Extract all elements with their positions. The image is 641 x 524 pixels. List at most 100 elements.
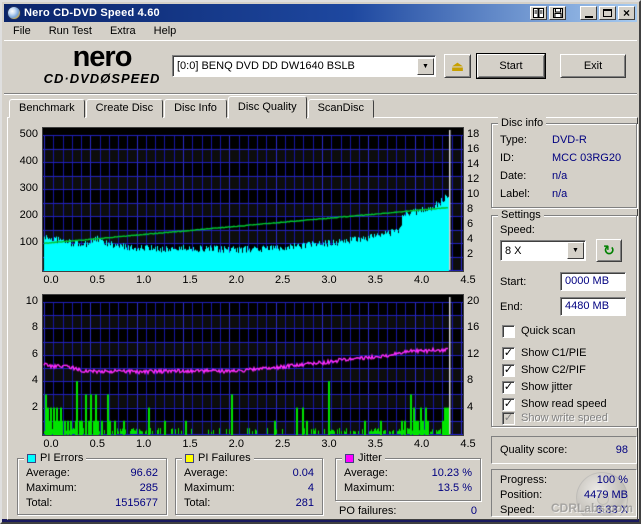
y-axis-right-tick: 12	[467, 173, 480, 185]
header: nero CD·DVDØSPEED [0:0] BENQ DVD DD DW16…	[4, 42, 637, 93]
chevron-down-icon: ▼	[572, 247, 579, 254]
progress-panel: Progress: 100 % Position: 4479 MB Speed: 8.…	[491, 469, 637, 517]
start-button[interactable]: Start	[476, 53, 546, 79]
quick-scan-checkbox[interactable]: Quick scan	[502, 324, 575, 338]
checkbox-icon[interactable]: ✓	[502, 397, 515, 411]
pi-errors-title-text: PI Errors	[40, 452, 84, 464]
maximize-icon	[603, 9, 612, 17]
drive-dropdown-button[interactable]: ▼	[417, 57, 434, 75]
disc-date-label: Date:	[500, 170, 527, 182]
pi-failures-group: PI Failures Average: 0.04 Maximum: 4 Total…	[175, 452, 323, 515]
y-axis-right-tick: 6	[467, 218, 474, 230]
y-axis-right-tick: 14	[467, 158, 480, 170]
speed-label: Speed:	[500, 224, 535, 236]
y-axis-left-tick: 4	[31, 374, 38, 387]
menu-file[interactable]: File	[4, 23, 40, 39]
pi-errors-max-label: Maximum:	[26, 482, 77, 494]
disc-type-label: Type:	[500, 134, 527, 146]
y-axis-left-tick: 400	[19, 155, 38, 167]
start-position-label: Start:	[500, 276, 527, 288]
jitter-group: Jitter Average: 10.23 % Maximum: 13.5 %	[335, 452, 481, 501]
show-c1-pie-label: Show C1/PIE	[521, 347, 587, 359]
x-axis-tick: 0.0	[43, 274, 59, 286]
tab-scandisc[interactable]: ScanDisc	[307, 99, 375, 118]
titlebar-extra-button-1[interactable]	[530, 6, 547, 20]
jitter-max-label: Maximum:	[344, 482, 395, 494]
menu-run-test[interactable]: Run Test	[40, 23, 101, 39]
tab-create-disc[interactable]: Create Disc	[85, 99, 164, 118]
menu-bar: File Run Test Extra Help	[4, 22, 637, 41]
x-axis-tick: 4.0	[414, 274, 430, 286]
jitter-title: Jitter	[342, 452, 385, 464]
logo-speed: SPEED	[111, 71, 161, 86]
titlebar-extra-button-2[interactable]	[549, 6, 566, 20]
pi-failures-avg-label: Average:	[184, 467, 228, 479]
nero-logo: nero CD·DVDØSPEED	[26, 42, 178, 85]
show-read-speed-checkbox[interactable]: ✓ Show read speed	[502, 397, 607, 411]
x-axis-tick: 2.5	[275, 274, 291, 286]
pi-errors-chart-plot	[42, 127, 464, 272]
checkbox-icon[interactable]	[502, 324, 515, 338]
settings-title: Settings	[498, 209, 544, 221]
checkbox-icon[interactable]: ✓	[502, 346, 515, 360]
close-icon: ×	[622, 6, 630, 20]
y-axis-left-tick: 6	[31, 347, 38, 360]
cdrlabs-watermark: CDRLabs.com	[550, 501, 633, 515]
eject-button[interactable]: ⏏	[444, 54, 471, 78]
exit-button[interactable]: Exit	[560, 54, 626, 78]
pi-failures-max-value: 4	[307, 482, 314, 494]
pi-errors-total-value: 1515677	[115, 497, 158, 509]
settings-group: Settings Speed: 8 X ▼ ↻ Start: 0000 MB E…	[491, 209, 637, 427]
x-axis-tick: 0.0	[43, 438, 59, 450]
menu-extra[interactable]: Extra	[101, 23, 145, 39]
app-window: Nero CD-DVD Speed 4.60 × File Run Test E…	[0, 0, 641, 524]
tab-benchmark[interactable]: Benchmark	[9, 99, 85, 118]
refresh-icon: ↻	[603, 242, 615, 258]
checkbox-icon[interactable]: ✓	[502, 380, 515, 394]
x-axis-tick: 0.5	[89, 438, 105, 450]
pi-errors-group: PI Errors Average: 96.62 Maximum: 285 Tota…	[17, 452, 167, 515]
y-axis-right-tick: 10	[467, 188, 480, 200]
disc-label-label: Label:	[500, 188, 530, 200]
pi-failures-avg-value: 0.04	[292, 467, 314, 479]
y-axis-left-tick: 200	[19, 209, 38, 221]
logo-cd-dvd: CD·DVD	[43, 71, 101, 86]
minimize-button[interactable]	[580, 6, 597, 20]
minimize-icon	[584, 15, 593, 18]
x-axis-tick: 4.5	[460, 438, 476, 450]
start-position-field[interactable]: 0000 MB	[560, 272, 626, 291]
pi-failures-chart-plot	[42, 294, 464, 436]
speed-selector[interactable]: 8 X ▼	[500, 240, 586, 261]
end-position-label: End:	[500, 301, 523, 313]
x-axis-tick: 1.5	[182, 274, 198, 286]
speed-dropdown-button[interactable]: ▼	[567, 242, 584, 259]
close-button[interactable]: ×	[618, 6, 635, 20]
drive-selector[interactable]: [0:0] BENQ DVD DD DW1640 BSLB ▼	[172, 55, 436, 77]
y-axis-left-tick: 300	[19, 182, 38, 194]
maximize-button[interactable]	[599, 6, 616, 20]
quality-score-label: Quality score:	[500, 444, 568, 456]
refresh-speed-button[interactable]: ↻	[596, 239, 622, 262]
quality-score-panel: Quality score: 98	[491, 436, 637, 464]
end-position-field[interactable]: 4480 MB	[560, 297, 626, 316]
y-axis-right-tick: 20	[467, 295, 480, 307]
show-c2-pif-checkbox[interactable]: ✓ Show C2/PIF	[502, 363, 586, 377]
show-write-speed-checkbox: ✓ Show write speed	[502, 411, 608, 425]
pi-failures-title: PI Failures	[182, 452, 254, 464]
disc-info-group: Disc info Type: DVD-R ID: MCC 03RG20 Date:…	[491, 117, 637, 208]
y-axis-right-tick: 4	[467, 233, 474, 245]
tab-disc-quality[interactable]: Disc Quality	[227, 96, 307, 119]
po-failures-value: 0	[470, 505, 477, 517]
y-axis-right-tick: 2	[467, 248, 474, 260]
checkbox-icon[interactable]: ✓	[502, 363, 515, 377]
save-icon	[552, 8, 563, 18]
jitter-avg-label: Average:	[344, 467, 388, 479]
disc-id-label: ID:	[500, 152, 515, 164]
show-jitter-checkbox[interactable]: ✓ Show jitter	[502, 380, 572, 394]
progress-label: Progress:	[500, 474, 548, 486]
y-axis-left-tick: 10	[25, 295, 38, 307]
show-c1-pie-checkbox[interactable]: ✓ Show C1/PIE	[502, 346, 586, 360]
tab-disc-info[interactable]: Disc Info	[164, 99, 227, 118]
book-icon	[533, 8, 544, 18]
menu-help[interactable]: Help	[145, 23, 186, 39]
